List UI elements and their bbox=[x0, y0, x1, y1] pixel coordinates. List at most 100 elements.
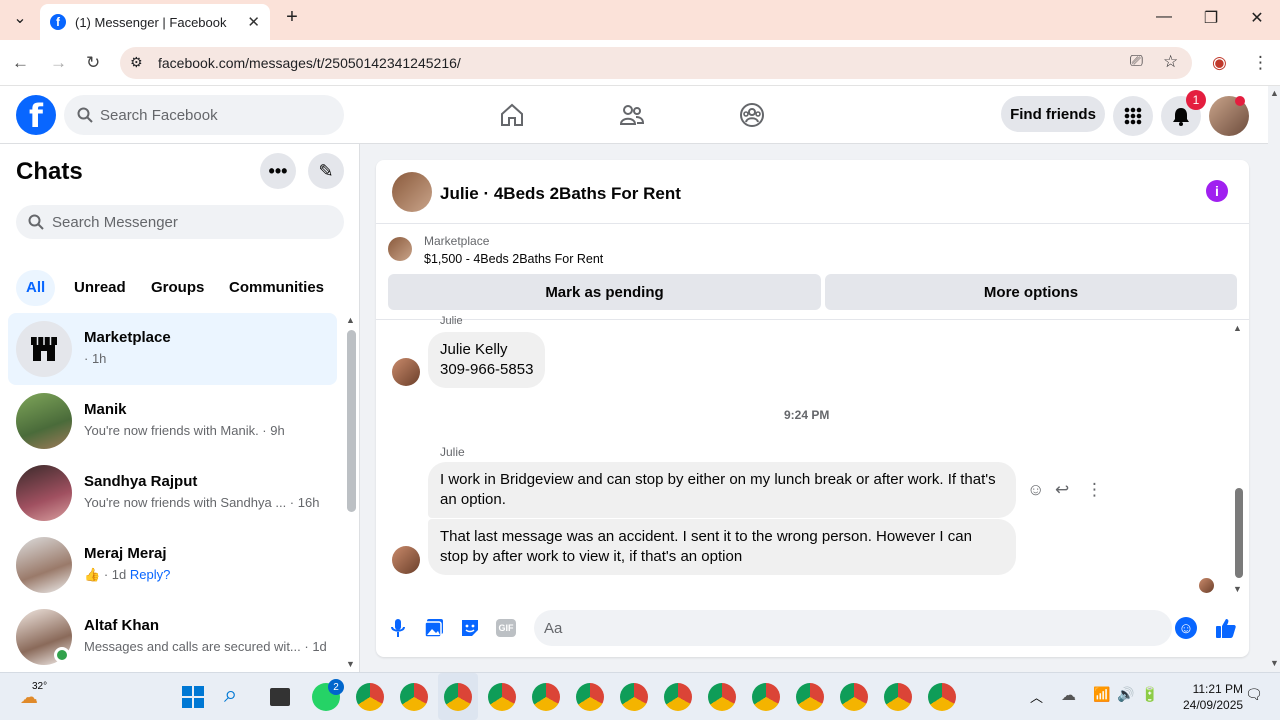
scroll-up-icon[interactable]: ▲ bbox=[346, 315, 355, 325]
filter-groups[interactable]: Groups bbox=[141, 270, 214, 306]
messages-scrollbar[interactable] bbox=[1235, 488, 1243, 578]
sticker-icon[interactable] bbox=[458, 616, 482, 640]
chrome-profile-icon[interactable] bbox=[752, 683, 780, 711]
onedrive-icon[interactable]: ☁ bbox=[1061, 686, 1076, 704]
show-hidden-icons-icon[interactable]: ︿ bbox=[1030, 687, 1043, 706]
gif-icon[interactable]: GIF bbox=[494, 616, 518, 640]
scroll-up-icon[interactable]: ▲ bbox=[1233, 323, 1242, 333]
new-tab-icon[interactable]: + bbox=[277, 6, 307, 29]
sender-avatar bbox=[392, 358, 420, 386]
reply-link[interactable]: Reply? bbox=[130, 567, 170, 582]
more-options-icon[interactable]: ••• bbox=[260, 153, 296, 189]
mark-as-pending-button[interactable]: Mark as pending bbox=[388, 274, 821, 310]
chrome-profile-icon[interactable] bbox=[400, 683, 428, 711]
install-app-icon[interactable]: ⎚ bbox=[1130, 53, 1143, 71]
minimize-icon[interactable]: — bbox=[1149, 8, 1179, 26]
sender-name: Julie bbox=[440, 445, 465, 459]
sender-avatar bbox=[392, 546, 420, 574]
scroll-up-icon[interactable]: ▲ bbox=[1270, 88, 1279, 98]
more-options-button[interactable]: More options bbox=[825, 274, 1237, 310]
info-icon[interactable]: i bbox=[1206, 180, 1228, 202]
friends-icon[interactable] bbox=[617, 100, 647, 130]
message-input[interactable]: Aa ☺ bbox=[534, 610, 1197, 646]
chat-item-manik[interactable]: Manik You're now friends with Manik. · 9… bbox=[8, 385, 337, 457]
chat-item-marketplace[interactable]: Marketplace · 1h bbox=[8, 313, 337, 385]
browser-tab[interactable]: f (1) Messenger | Facebook ✕ bbox=[40, 4, 270, 40]
avatar bbox=[16, 393, 72, 449]
windows-start-icon[interactable] bbox=[181, 685, 205, 709]
url-field[interactable]: ⚙ facebook.com/messages/t/25050142341245… bbox=[120, 47, 1192, 79]
message-bubble[interactable]: Julie Kelly 309-966-5853 bbox=[428, 332, 546, 388]
chat-item-meraj[interactable]: Meraj Meraj 👍 · 1d Reply? bbox=[8, 529, 337, 601]
forward-icon[interactable]: → bbox=[50, 53, 67, 73]
bookmark-star-icon[interactable]: ☆ bbox=[1163, 52, 1178, 72]
listing-price[interactable]: $1,500 - 4Beds 2Baths For Rent bbox=[424, 252, 603, 266]
page-scrollbar[interactable]: ▲ ▼ bbox=[1268, 86, 1280, 672]
react-emoji-icon[interactable]: ☺ bbox=[1027, 480, 1044, 500]
chrome-profile-icon[interactable] bbox=[884, 683, 912, 711]
message-more-icon[interactable]: ⋮ bbox=[1086, 480, 1103, 500]
menu-grid-icon[interactable] bbox=[1113, 96, 1153, 136]
close-tab-icon[interactable]: ✕ bbox=[247, 13, 260, 31]
new-message-icon[interactable]: ✎ bbox=[308, 153, 344, 189]
message-bubble[interactable]: That last message was an accident. I sen… bbox=[428, 519, 1016, 575]
search-icon bbox=[77, 107, 93, 123]
sidebar-scrollbar[interactable] bbox=[347, 330, 356, 512]
reload-icon[interactable]: ↻ bbox=[86, 53, 100, 73]
online-status-icon bbox=[54, 647, 70, 663]
scroll-down-icon[interactable]: ▼ bbox=[1270, 658, 1279, 668]
home-icon[interactable] bbox=[497, 100, 527, 130]
address-bar-row: ← → ↻ ⚙ facebook.com/messages/t/25050142… bbox=[0, 40, 1280, 86]
filter-unread[interactable]: Unread bbox=[64, 270, 136, 306]
tab-list-icon[interactable]: ⌄ bbox=[5, 8, 35, 28]
chrome-profile-icon[interactable] bbox=[532, 683, 560, 711]
chrome-profile-icon[interactable] bbox=[620, 683, 648, 711]
chrome-profile-icon[interactable] bbox=[488, 683, 516, 711]
chat-name: Altaf Khan bbox=[84, 617, 159, 634]
notification-center-icon[interactable]: 🗨 bbox=[1245, 686, 1263, 703]
maximize-icon[interactable]: ❐ bbox=[1196, 8, 1226, 28]
battery-icon[interactable]: 🔋 bbox=[1141, 686, 1158, 703]
close-window-icon[interactable]: ✕ bbox=[1242, 8, 1272, 28]
groups-icon[interactable] bbox=[737, 100, 767, 130]
chrome-profile-icon[interactable] bbox=[444, 683, 472, 711]
photo-icon[interactable] bbox=[422, 616, 446, 640]
file-explorer-icon[interactable] bbox=[270, 688, 290, 706]
filter-communities[interactable]: Communities bbox=[219, 270, 334, 306]
weather-temp: 32° bbox=[32, 681, 48, 692]
scroll-down-icon[interactable]: ▼ bbox=[346, 659, 355, 669]
wifi-icon[interactable]: 📶 bbox=[1093, 686, 1110, 703]
chrome-profile-icon[interactable] bbox=[840, 683, 868, 711]
chrome-profile-icon[interactable] bbox=[664, 683, 692, 711]
chrome-profile-icon[interactable] bbox=[576, 683, 604, 711]
like-thumb-icon[interactable] bbox=[1214, 616, 1238, 640]
browser-menu-icon[interactable]: ⋮ bbox=[1252, 53, 1269, 73]
chrome-profile-icon[interactable] bbox=[796, 683, 824, 711]
chrome-profile-icon[interactable] bbox=[708, 683, 736, 711]
reply-icon[interactable]: ↩ bbox=[1055, 480, 1069, 500]
chat-subtitle: You're now friends with Manik. · 9h bbox=[84, 423, 285, 438]
chrome-icon[interactable] bbox=[356, 683, 384, 711]
messenger-search-input[interactable]: Search Messenger bbox=[16, 205, 344, 239]
facebook-logo-icon[interactable]: f bbox=[16, 95, 56, 135]
chat-item-sandhya[interactable]: Sandhya Rajput You're now friends with S… bbox=[8, 457, 337, 529]
chrome-profile-icon[interactable] bbox=[928, 683, 956, 711]
volume-icon[interactable]: 🔊 bbox=[1117, 686, 1134, 703]
search-icon[interactable]: ⌕ bbox=[224, 681, 237, 709]
chat-item-altaf[interactable]: Altaf Khan Messages and calls are secure… bbox=[8, 601, 337, 673]
scroll-down-icon[interactable]: ▼ bbox=[1233, 584, 1242, 594]
conversation-avatar[interactable] bbox=[392, 172, 432, 212]
filter-all[interactable]: All bbox=[16, 270, 56, 306]
system-clock[interactable]: 11:21 PM 24/09/2025 bbox=[1183, 681, 1243, 713]
listing-thumbnail[interactable] bbox=[388, 237, 412, 261]
emoji-icon[interactable]: ☺ bbox=[1175, 617, 1197, 639]
facebook-header: f Search Facebook Find friends bbox=[0, 86, 1268, 144]
microphone-icon[interactable] bbox=[386, 616, 410, 640]
profile-icon[interactable]: ◉ bbox=[1212, 53, 1227, 73]
find-friends-button[interactable]: Find friends bbox=[1001, 96, 1105, 132]
message-bubble[interactable]: I work in Bridgeview and can stop by eit… bbox=[428, 462, 1016, 518]
back-icon[interactable]: ← bbox=[12, 53, 29, 73]
site-info-icon[interactable]: ⚙ bbox=[130, 54, 143, 71]
facebook-search-input[interactable]: Search Facebook bbox=[64, 95, 344, 135]
conversation-title[interactable]: Julie · 4Beds 2Baths For Rent bbox=[440, 184, 681, 204]
